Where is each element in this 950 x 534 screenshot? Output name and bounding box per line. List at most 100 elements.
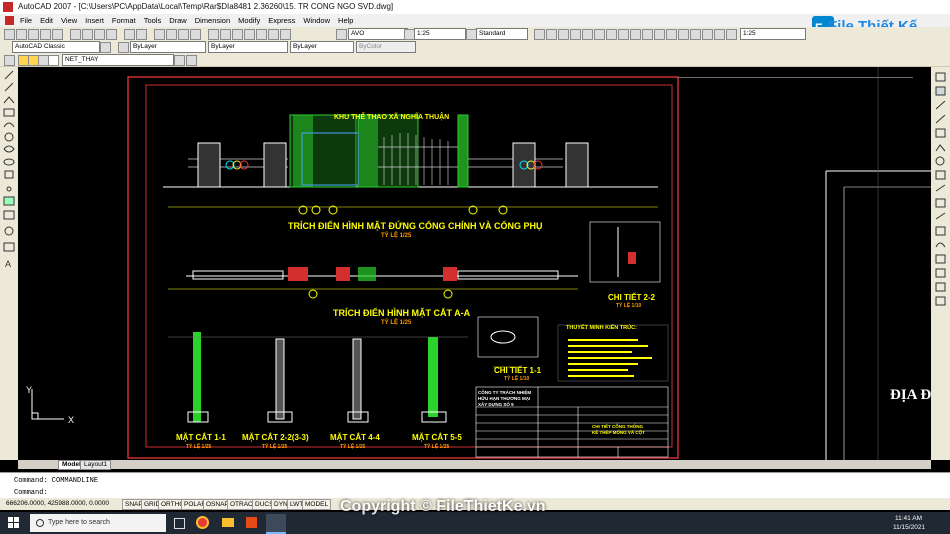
cut-55-label: MẶT CẮT 5-5	[412, 433, 462, 442]
dim-update-icon[interactable]	[726, 29, 737, 40]
cut-55-scale: TỶ LỆ 1/25	[424, 444, 450, 450]
quick-leader-icon[interactable]	[666, 29, 677, 40]
modify-tool-icons[interactable]	[931, 67, 950, 460]
properties-toolbar: AutoCAD Classic ByLayer ByLayer ByLayer …	[0, 40, 950, 54]
search-placeholder: Type here to search	[48, 519, 110, 526]
zoom-realtime-icon[interactable]	[166, 29, 177, 40]
color-control-icon[interactable]	[118, 42, 129, 53]
document-icon[interactable]	[5, 16, 14, 25]
copy-icon[interactable]	[82, 29, 93, 40]
preview-icon[interactable]	[52, 29, 63, 40]
calculator-icon[interactable]	[268, 29, 279, 40]
menu-tools[interactable]: Tools	[144, 14, 162, 27]
baseline-dim-icon[interactable]	[642, 29, 653, 40]
tab-layout1[interactable]: Layout1	[80, 460, 112, 470]
model-toggle[interactable]: MODEL	[302, 499, 332, 510]
task-view-icon[interactable]	[174, 518, 185, 529]
menu-draw[interactable]: Draw	[169, 14, 187, 27]
pan-icon[interactable]	[154, 29, 165, 40]
workspace-select[interactable]: AutoCAD Classic	[12, 41, 100, 53]
menu-modify[interactable]: Modify	[238, 14, 260, 27]
menu-view[interactable]: View	[61, 14, 77, 27]
clock-date[interactable]: 11/15/2021	[893, 524, 925, 531]
make-object-layer-current-icon[interactable]	[174, 55, 185, 66]
dim-scale-select[interactable]: 1:25	[414, 28, 466, 40]
lineweight-select[interactable]: ByLayer	[290, 41, 354, 53]
svg-text:Y: Y	[26, 385, 32, 395]
properties-icon[interactable]	[208, 29, 219, 40]
quick-dim-icon[interactable]	[630, 29, 641, 40]
menu-file[interactable]: File	[20, 14, 32, 27]
design-center-icon[interactable]	[220, 29, 231, 40]
draw-tool-icons[interactable]: A	[0, 67, 18, 460]
clock-time[interactable]: 11:41 AM	[895, 515, 922, 522]
taskbar-search-box[interactable]: Type here to search	[30, 514, 166, 532]
model-space-canvas[interactable]: Y X KHU THỂ THAO XÃ NGHĨA THUẬN TRÍCH ĐI…	[18, 67, 931, 460]
drawing-main-title: KHU THỂ THAO XÃ NGHĨA THUẬN	[334, 114, 450, 121]
layer-select[interactable]: NET_THAY	[62, 54, 174, 66]
ordinate-dim-icon[interactable]	[570, 29, 581, 40]
text-style-icon[interactable]	[336, 29, 347, 40]
undo-icon[interactable]	[124, 29, 135, 40]
menu-window[interactable]: Window	[303, 14, 330, 27]
text-style-select[interactable]: AVO	[348, 28, 408, 40]
dim-style-select[interactable]: Standard	[476, 28, 528, 40]
cut-icon[interactable]	[70, 29, 81, 40]
detail-11-title: CHI TIẾT 1-1	[494, 366, 542, 375]
cut-22-scale: TỶ LỆ 1/25	[262, 444, 288, 450]
menu-dimension[interactable]: Dimension	[195, 14, 230, 27]
color-select[interactable]: ByLayer	[130, 41, 206, 53]
workspace-settings-icon[interactable]	[100, 42, 111, 53]
aligned-dim-icon[interactable]	[546, 29, 557, 40]
dim-text-edit-icon[interactable]	[714, 29, 725, 40]
layer-manager-icon[interactable]	[4, 55, 15, 66]
command-input[interactable]: Command:	[14, 489, 48, 497]
cut-44-label: MẶT CẮT 4-4	[330, 433, 380, 442]
notes-title: THUYẾT MINH KIẾN TRÚC:	[566, 325, 637, 331]
dim-edit-icon[interactable]	[702, 29, 713, 40]
arc-length-icon[interactable]	[558, 29, 569, 40]
print-icon[interactable]	[40, 29, 51, 40]
new-icon[interactable]	[4, 29, 15, 40]
command-window[interactable]: Command: COMMANDLINE Command:	[0, 472, 950, 499]
layer-previous-icon[interactable]	[186, 55, 197, 66]
diameter-dim-icon[interactable]	[606, 29, 617, 40]
menu-format[interactable]: Format	[112, 14, 136, 27]
help-icon[interactable]	[280, 29, 291, 40]
radius-dim-icon[interactable]	[582, 29, 593, 40]
sheet-set-icon[interactable]	[244, 29, 255, 40]
save-icon[interactable]	[28, 29, 39, 40]
file-explorer-icon[interactable]	[222, 518, 234, 527]
menu-express[interactable]: Express	[268, 14, 295, 27]
zoom-previous-icon[interactable]	[190, 29, 201, 40]
autocad-taskbar-icon[interactable]	[266, 514, 286, 534]
office-icon[interactable]	[246, 517, 257, 528]
continue-dim-icon[interactable]	[654, 29, 665, 40]
match-properties-icon[interactable]	[106, 29, 117, 40]
copyright-watermark: Copyright © FileThietKe.vn	[340, 498, 546, 515]
angular-dim-icon[interactable]	[618, 29, 629, 40]
linear-dim-icon[interactable]	[534, 29, 545, 40]
jogged-dim-icon[interactable]	[594, 29, 605, 40]
open-icon[interactable]	[16, 29, 27, 40]
linetype-select[interactable]: ByLayer	[208, 41, 288, 53]
markup-icon[interactable]	[256, 29, 267, 40]
zoom-window-icon[interactable]	[178, 29, 189, 40]
plot-scale-select[interactable]: 1:25	[740, 28, 806, 40]
section-scale: TỶ LỆ 1/25	[381, 320, 412, 326]
windows-start-icon[interactable]	[8, 517, 20, 529]
center-mark-icon[interactable]	[690, 29, 701, 40]
detail-11-scale: TỶ LỆ 1/10	[504, 376, 530, 382]
layer-color-icon[interactable]	[48, 55, 59, 66]
redo-icon[interactable]	[136, 29, 147, 40]
menu-edit[interactable]: Edit	[40, 14, 53, 27]
plotstyle-select[interactable]: ByColor	[356, 41, 416, 53]
paste-icon[interactable]	[94, 29, 105, 40]
menu-bar: File Edit View Insert Format Tools Draw Dimensi…	[0, 14, 950, 27]
menu-help[interactable]: Help	[338, 14, 353, 27]
tool-palettes-icon[interactable]	[232, 29, 243, 40]
menu-insert[interactable]: Insert	[85, 14, 104, 27]
tolerance-icon[interactable]	[678, 29, 689, 40]
autocad-app-icon[interactable]	[3, 2, 13, 12]
chrome-icon[interactable]	[196, 516, 209, 529]
